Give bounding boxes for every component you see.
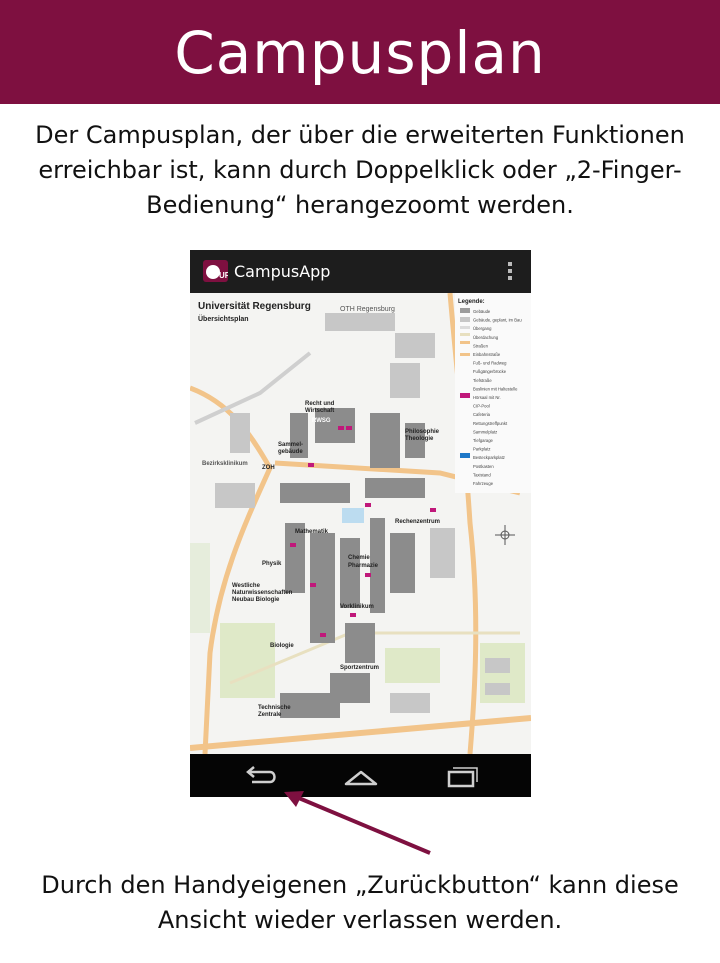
legend-item: Übergang	[473, 326, 492, 331]
intro-line-1: Der Campusplan, der über die erweiterten…	[35, 121, 685, 149]
map-label-chemie: Chemie	[348, 555, 370, 561]
map-label-vorklinikum: Vorklinikum	[340, 604, 374, 610]
back-arrow-icon[interactable]	[242, 762, 282, 790]
map-label-sammel: Sammel-	[278, 442, 303, 448]
map-label-bezirksklinikum: Bezirksklinikum	[202, 461, 248, 467]
map-label-gebaeude: gebäude	[278, 449, 303, 455]
green-area	[220, 623, 275, 698]
map-label-naturwiss: Naturwissenschaften	[232, 590, 293, 596]
legend-item: Einbahnstraße	[473, 352, 501, 357]
map-label-biologie: Biologie	[270, 643, 294, 649]
home-icon[interactable]	[341, 762, 381, 790]
compass-icon	[495, 525, 515, 545]
legend-item: CIP-Pool	[473, 404, 490, 409]
road	[190, 715, 531, 751]
intro-text: Der Campusplan, der über die erweiterten…	[10, 118, 710, 223]
map-title: Universität Regensburg	[198, 301, 311, 312]
map-label-physik: Physik	[262, 561, 282, 567]
legend-item: Parkplatz	[473, 447, 490, 452]
map-label-technische: Technische	[258, 705, 291, 711]
legend-item: Taxistand	[473, 472, 491, 477]
app-logo-icon[interactable]: UR	[203, 260, 228, 282]
legend-item: Gebäude	[473, 309, 491, 314]
legend-item: Hörsaal mit Nr.	[473, 395, 501, 400]
map-label-theologie: Theologie	[405, 436, 434, 442]
map-label-rechenzentrum: Rechenzentrum	[395, 519, 440, 525]
map-label-wirtschaft: Wirtschaft	[305, 408, 334, 414]
outro-line-2: Ansicht wieder verlassen werden.	[157, 906, 563, 934]
campus-map[interactable]: Legende: Universität Regensburg Übersich…	[190, 293, 531, 754]
recent-apps-icon[interactable]	[442, 762, 482, 790]
map-label-zentrale: Zentrale	[258, 712, 282, 718]
sports-field	[385, 648, 440, 683]
pond	[342, 508, 364, 523]
map-label-rwsg: RWSG	[312, 418, 331, 424]
outro-text: Durch den Handyeigenen „Zurückbutton“ ka…	[10, 868, 710, 938]
legend-item: Tiefstraße	[473, 378, 492, 383]
side-road	[194, 351, 312, 425]
legend-item: Straßen	[473, 343, 489, 348]
app-action-bar: UR CampusApp	[190, 250, 531, 293]
legend-item: Sammelplatz	[473, 429, 497, 434]
legend-item: Überdachung	[473, 335, 499, 340]
green-area	[190, 543, 210, 633]
map-label-sportzentrum: Sportzentrum	[340, 665, 379, 671]
legend-item: Cafeteria	[473, 412, 491, 417]
legend-item: Gebäude, geplant, im Bau	[473, 318, 522, 323]
legend-item: Postkasten	[473, 464, 494, 469]
legend-item: Fahrzeuge	[473, 481, 494, 486]
legend-item: Fußgängerbrücke	[473, 369, 507, 374]
intro-line-2: erreichbar ist, kann durch Doppelklick o…	[38, 156, 682, 184]
logo-text: UR	[219, 271, 228, 280]
intro-line-3: Bedienung“ herangezoomt werden.	[146, 191, 574, 219]
map-subtitle: Übersichtsplan	[198, 314, 249, 323]
legend-item: Buslinien mit Haltestelle	[473, 386, 518, 391]
legend-item: Fuß- und Radweg	[473, 361, 507, 366]
map-label-mathematik: Mathematik	[295, 529, 329, 535]
legend-title: Legende:	[458, 299, 485, 305]
legend-item: Tiefgarage	[473, 438, 494, 443]
title-banner: Campusplan	[0, 0, 720, 104]
pointer-arrow	[284, 791, 431, 855]
map-label-oth: OTH Regensburg	[340, 306, 395, 313]
map-label-recht: Recht und	[305, 401, 335, 407]
map-label-pharmazie: Pharmazie	[348, 563, 379, 569]
outro-line-1: Durch den Handyeigenen „Zurückbutton“ ka…	[41, 871, 679, 899]
app-title: CampusApp	[234, 262, 331, 281]
map-label-neubau: Neubau Biologie	[232, 597, 280, 603]
slide-title: Campusplan	[174, 19, 546, 87]
campus-map-drawing: Legende: Universität Regensburg Übersich…	[190, 293, 531, 754]
legend-item: Rettungstreffpunkt	[473, 421, 508, 426]
overflow-menu-icon[interactable]	[508, 262, 513, 282]
map-label-westliche: Westliche	[232, 583, 261, 589]
map-label-zoh: ZOH	[262, 465, 275, 471]
phone-screenshot: UR CampusApp Legende: Universität Regens…	[190, 250, 531, 797]
legend-item: Besteckparkplatz	[473, 455, 505, 460]
map-label-philosophie: Philosophie	[405, 429, 440, 435]
